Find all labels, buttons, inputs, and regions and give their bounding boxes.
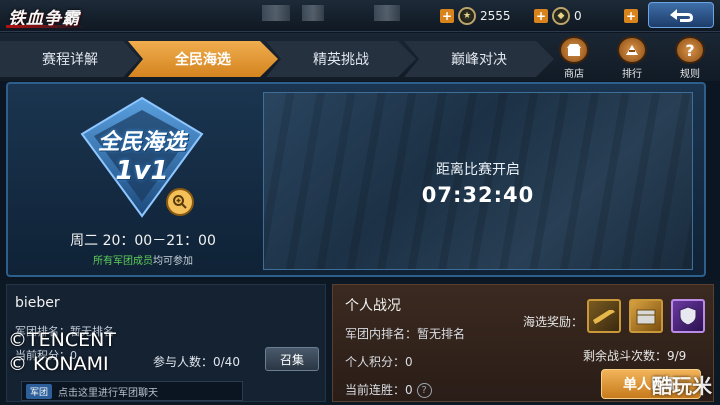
crate-icon [636, 309, 656, 325]
currency-shield: + ◆ 0 [534, 6, 582, 26]
reward-crate[interactable] [629, 299, 663, 333]
countdown-box: 距离比赛开启 07:32:40 [263, 92, 693, 270]
countdown-background [264, 93, 692, 269]
return-arrow-icon [670, 9, 693, 22]
copyright-konami: © KONAMI [8, 353, 109, 375]
currency-add: + [624, 6, 638, 26]
tab-bar: 赛程详解 精英挑战 巅峰对决 全民海选 [0, 33, 720, 81]
eligibility-highlight: 所有军团成员 [93, 256, 153, 267]
reward-rifle[interactable] [587, 299, 621, 333]
shop-button[interactable]: 商店 [556, 36, 592, 80]
event-badge: 全民海选 1v1 [76, 94, 208, 220]
back-button[interactable] [648, 2, 714, 28]
eligibility-rest: 均可参加 [153, 256, 193, 267]
badge-title: 全民海选 [97, 130, 186, 155]
player-name: bieber [15, 295, 60, 311]
tab-audition[interactable]: 全民海选 [128, 41, 278, 77]
rules-icon: ? [675, 36, 705, 64]
reward-label: 海选奖励： [523, 315, 584, 329]
copyright-tencent: ©TENCENT [8, 329, 116, 351]
shop-label: 商店 [564, 69, 584, 80]
rules-button[interactable]: ? 规则 [672, 36, 708, 80]
medal-coin-icon: ★ [458, 7, 476, 25]
event-panel: 全民海选 1v1 周二 20：00－21：00 所有军团成员均可参加 距离比赛开… [6, 82, 706, 277]
countdown-timer: 07:32:40 [421, 183, 535, 207]
copyright-watermark: ©TENCENT © KONAMI [8, 328, 116, 376]
personal-score: 个人积分：0 [345, 355, 413, 369]
site-watermark: 酷玩米 [652, 374, 712, 398]
blurred-area [262, 5, 290, 21]
blurred-area [374, 5, 400, 21]
tab-peak[interactable]: 巅峰对决 [404, 41, 554, 77]
add-currency-button[interactable]: + [440, 9, 454, 23]
chat-channel-tag: 军团 [26, 383, 53, 399]
help-icon[interactable]: ? [416, 383, 432, 398]
currency-gold-value: 2555 [480, 9, 511, 23]
add-currency-button[interactable]: + [624, 9, 638, 23]
chat-placeholder: 点击这里进行军团聊天 [58, 387, 159, 399]
participant-count: 参与人数：0/40 [153, 355, 240, 369]
currency-shield-value: 0 [574, 9, 582, 23]
event-schedule: 周二 20：00－21：00 [70, 233, 216, 249]
title-underline [6, 25, 86, 28]
badge-mode: 1v1 [115, 156, 169, 186]
legion-chat-input[interactable]: 军团 点击这里进行军团聊天 [21, 381, 243, 401]
ranking-icon [617, 36, 647, 64]
personal-rank: 军团内排名：暂无排名 [345, 327, 466, 341]
summon-button[interactable]: 召集 [265, 347, 319, 371]
golden-rifle-icon [593, 310, 615, 324]
currency-gold: + ★ 2555 [440, 6, 511, 26]
shield-coin-icon: ◆ [552, 7, 570, 25]
rules-label: 规则 [680, 69, 700, 80]
zoom-button[interactable] [166, 188, 194, 216]
countdown-label: 距离比赛开启 [436, 162, 520, 178]
personal-streak: 当前连胜：0? [345, 381, 432, 398]
ranking-button[interactable]: 排行 [614, 36, 650, 80]
streak-text: 当前连胜：0 [345, 383, 413, 397]
reward-badge[interactable] [671, 299, 705, 333]
add-currency-button[interactable]: + [534, 9, 548, 23]
top-bar: 铁血争霸 + ★ 2555 + ◆ 0 + [0, 0, 720, 32]
ranking-label: 排行 [622, 69, 642, 80]
blurred-area [302, 5, 324, 21]
personal-status-title: 个人战况 [345, 298, 401, 314]
remaining-battles: 剩余战斗次数：9/9 [583, 349, 687, 363]
magnifier-icon [173, 195, 187, 209]
tab-elite[interactable]: 精英挑战 [266, 41, 416, 77]
shield-badge-icon [679, 306, 697, 326]
shop-icon [559, 36, 589, 64]
tab-schedule[interactable]: 赛程详解 [0, 41, 140, 77]
event-eligibility: 所有军团成员均可参加 [38, 252, 248, 267]
